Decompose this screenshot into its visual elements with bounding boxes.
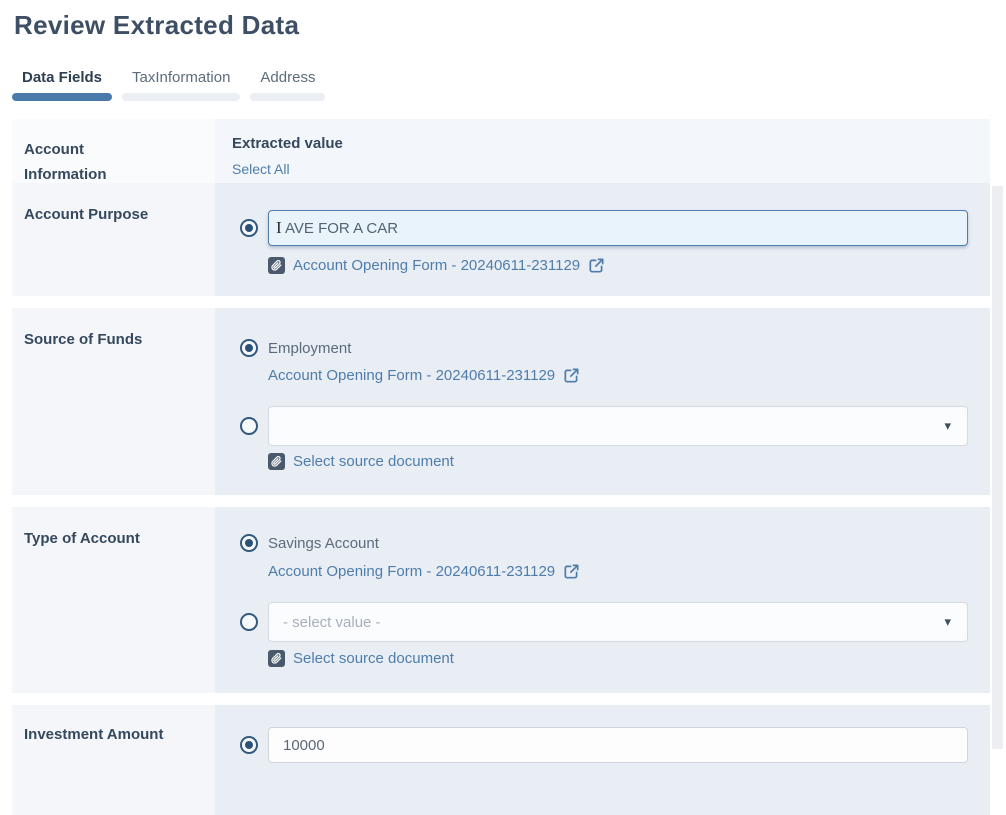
extracted-option: Employment (240, 339, 351, 357)
tab-data-fields[interactable]: Data Fields (12, 67, 112, 101)
radio-investment-amount-extracted[interactable] (240, 736, 258, 754)
source-document-link[interactable]: Account Opening Form - 20240611-231129 (293, 257, 580, 274)
extracted-option (240, 210, 968, 246)
source-of-funds-dropdown[interactable]: ▾ (268, 406, 968, 446)
radio-source-of-funds-extracted[interactable] (240, 339, 258, 357)
tab-bar: Data Fields TaxInformation Address (12, 67, 325, 101)
radio-type-of-account-extracted[interactable] (240, 534, 258, 552)
table-header-row: Account Information Extracted value Sele… (12, 119, 990, 183)
extracted-option (240, 727, 968, 763)
select-all-link[interactable]: Select All (232, 161, 290, 177)
type-of-account-dropdown[interactable]: - select value - ▾ (268, 602, 968, 642)
source-document-row: Account Opening Form - 20240611-231129 (268, 367, 580, 384)
group-header: Account Information (12, 119, 215, 183)
select-source-row: Select source document (268, 453, 454, 470)
external-link-icon[interactable] (563, 367, 580, 384)
paperclip-icon (268, 650, 285, 667)
tab-label: TaxInformation (122, 67, 240, 89)
tab-tax-information[interactable]: TaxInformation (122, 67, 240, 101)
field-label: Type of Account (12, 507, 215, 693)
tab-label: Data Fields (12, 67, 112, 89)
tab-label: Address (250, 67, 325, 89)
scrollbar[interactable] (992, 186, 1003, 749)
source-document-link[interactable]: Account Opening Form - 20240611-231129 (268, 367, 555, 384)
tab-indicator (250, 93, 325, 101)
tab-active-indicator (12, 93, 112, 101)
field-content-cell (215, 705, 990, 815)
table-row: Account Purpose Account Opening Form - 2… (12, 183, 990, 296)
source-document-row: Account Opening Form - 20240611-231129 (268, 563, 580, 580)
field-content-cell: Savings Account Account Opening Form - 2… (215, 507, 990, 693)
select-source-document-link[interactable]: Select source document (293, 453, 454, 470)
manual-option: - select value - ▾ (240, 602, 968, 642)
field-content-cell: Employment Account Opening Form - 202406… (215, 308, 990, 495)
table-row: Source of Funds Employment Account Openi… (12, 308, 990, 495)
page-title: Review Extracted Data (14, 10, 299, 41)
tab-address[interactable]: Address (250, 67, 325, 101)
header-content-cell: Extracted value Select All (215, 119, 990, 183)
account-purpose-input[interactable] (268, 210, 968, 246)
external-link-icon[interactable] (588, 257, 605, 274)
radio-source-of-funds-manual[interactable] (240, 417, 258, 435)
field-content-cell: Account Opening Form - 20240611-231129 (215, 183, 990, 296)
manual-option: ▾ (240, 406, 968, 446)
table-row: Investment Amount (12, 705, 990, 815)
table-row: Type of Account Savings Account Account … (12, 507, 990, 693)
paperclip-icon (268, 257, 285, 274)
caret-down-icon: ▾ (944, 419, 951, 432)
column-header: Extracted value (232, 135, 343, 152)
radio-account-purpose-extracted[interactable] (240, 219, 258, 237)
radio-type-of-account-manual[interactable] (240, 613, 258, 631)
field-label: Source of Funds (12, 308, 215, 495)
field-label: Account Purpose (12, 183, 215, 296)
tab-indicator (122, 93, 240, 101)
source-document-row: Account Opening Form - 20240611-231129 (268, 257, 605, 274)
group-header-label: Account Information (24, 137, 154, 187)
caret-down-icon: ▾ (944, 615, 951, 628)
source-document-link[interactable]: Account Opening Form - 20240611-231129 (268, 563, 555, 580)
select-source-row: Select source document (268, 650, 454, 667)
select-source-document-link[interactable]: Select source document (293, 650, 454, 667)
field-label: Investment Amount (12, 705, 215, 815)
extracted-option: Savings Account (240, 534, 379, 552)
investment-amount-input[interactable] (268, 727, 968, 763)
external-link-icon[interactable] (563, 563, 580, 580)
account-purpose-input-wrap (268, 210, 968, 246)
paperclip-icon (268, 453, 285, 470)
extracted-value-label: Savings Account (268, 535, 379, 552)
extracted-value-label: Employment (268, 340, 351, 357)
dropdown-placeholder: - select value - (283, 614, 381, 631)
